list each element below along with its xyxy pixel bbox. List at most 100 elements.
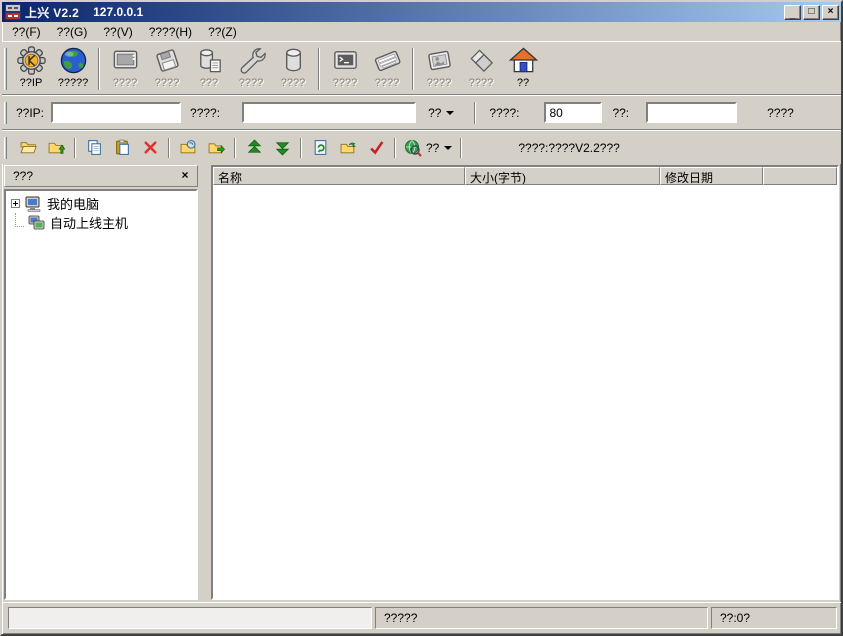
download-icon <box>275 142 289 156</box>
upload-icon <box>247 139 261 153</box>
toolbar-button-label: ???? <box>426 77 452 89</box>
tree-connector <box>15 212 24 227</box>
toolbar-gripper[interactable] <box>4 47 7 90</box>
open-folder-button[interactable] <box>16 136 40 160</box>
view-folder-button[interactable] <box>176 136 200 160</box>
column-header-date[interactable]: 修改日期 <box>660 167 763 185</box>
toolbar-button-label: ???? <box>374 77 400 89</box>
goto-folder-button[interactable] <box>336 136 360 160</box>
toolbar-button-label: ???? <box>238 77 264 89</box>
column-header-size[interactable]: 大小(字节) <box>465 167 660 185</box>
main-toolbar: ??IP ????? ???? ???? ??? ???? ???? ???? … <box>2 42 841 94</box>
toolbar-button-label: ???? <box>112 77 138 89</box>
toolbar-button-label: ???? <box>154 77 180 89</box>
picture-icon <box>427 50 451 71</box>
close-button[interactable]: × <box>822 4 839 20</box>
globe-icon <box>60 47 86 74</box>
online-hosts-button[interactable]: ????? <box>52 44 94 93</box>
file-list-body[interactable] <box>213 185 837 598</box>
tree-item-label: 我的电脑 <box>47 197 100 212</box>
status-transfer-pane: ??:0? <box>711 606 837 629</box>
toolbar-button-label: ?? <box>516 77 530 89</box>
web-search-icon <box>405 139 422 157</box>
menu-file[interactable]: ??(F) <box>4 23 49 41</box>
host-tree: 我的电脑 自动上线主机 <box>4 189 198 600</box>
file-manage-button[interactable]: ???? <box>146 44 188 93</box>
maximize-button[interactable]: □ <box>803 4 820 20</box>
download-button[interactable] <box>270 136 294 160</box>
sidebar-close-icon[interactable]: × <box>177 169 193 183</box>
pass-input[interactable] <box>646 102 738 123</box>
keylog-button[interactable]: ???? <box>366 44 408 93</box>
status-transfer: ??:0? <box>720 610 751 625</box>
panel-splitter[interactable] <box>198 165 211 600</box>
status-message: ????? <box>384 610 418 625</box>
column-header-empty[interactable] <box>763 167 837 185</box>
pass-label: ??: <box>612 105 630 120</box>
capture-button[interactable]: ???? <box>418 44 460 93</box>
toolbar-gripper[interactable] <box>4 136 7 159</box>
delete-button[interactable] <box>138 136 162 160</box>
window-title-host: 127.0.0.1 <box>93 5 144 19</box>
toolbar-separator <box>74 137 76 158</box>
menu-about[interactable]: ??(Z) <box>200 23 245 41</box>
copy-button[interactable] <box>82 136 106 160</box>
computer-icon <box>25 196 41 212</box>
wrench-icon <box>240 48 266 74</box>
resolve-dropdown-button[interactable]: ?? <box>424 104 458 122</box>
menu-help[interactable]: ????(H) <box>141 23 200 41</box>
ip-input[interactable] <box>51 102 182 123</box>
upload-button[interactable] <box>242 136 266 160</box>
app-window: 上兴 V2.2 127.0.0.1 _ □ × ??(F) ??(G) ??(V… <box>0 0 843 636</box>
toolbar-button-label: ??? <box>199 77 219 89</box>
connect-button[interactable]: ???? <box>767 106 794 120</box>
paste-button[interactable] <box>110 136 134 160</box>
database-icon <box>285 48 301 72</box>
file-list-header: 名称 大小(字节) 修改日期 <box>213 167 837 185</box>
terminal-button[interactable]: ???? <box>324 44 366 93</box>
domain-input[interactable] <box>242 102 417 123</box>
system-manage-button[interactable]: ???? <box>230 44 272 93</box>
terminal-icon <box>333 51 357 69</box>
minimize-button[interactable]: _ <box>784 4 801 20</box>
tree-item-auto-online-hosts[interactable]: 自动上线主机 <box>8 212 194 232</box>
scan-ip-button[interactable]: ??IP <box>10 44 52 93</box>
home-button[interactable]: ?? <box>502 44 544 93</box>
send-folder-button[interactable] <box>204 136 228 160</box>
confirm-icon <box>369 141 383 155</box>
search-label: ?? <box>426 140 440 155</box>
refresh-button[interactable] <box>308 136 332 160</box>
registry-button[interactable]: ??? <box>188 44 230 93</box>
toolbar-gripper[interactable] <box>4 101 7 124</box>
toolbar-separator <box>168 137 170 158</box>
toolbar-button-label: ????? <box>57 77 89 89</box>
domain-label: ????: <box>190 105 221 120</box>
folder-up-icon <box>48 142 65 154</box>
menu-view[interactable]: ??(V) <box>95 23 140 41</box>
toolbar-separator <box>412 47 414 90</box>
toolbar-separator <box>460 137 463 158</box>
toolbar-button-label: ???? <box>280 77 306 89</box>
folder-go-icon <box>340 142 356 154</box>
port-label: ????: <box>489 105 520 120</box>
web-search-dropdown-button[interactable]: ?? <box>400 137 456 159</box>
delete-icon <box>143 141 157 154</box>
tree-item-my-computer[interactable]: 我的电脑 <box>8 194 194 213</box>
gear-icon <box>16 46 46 75</box>
menu-group[interactable]: ??(G) <box>49 23 96 41</box>
screen-view-button[interactable]: ???? <box>104 44 146 93</box>
chevron-down-icon <box>444 145 453 150</box>
toolbar-separator <box>474 101 477 124</box>
folder-send-icon <box>208 143 225 154</box>
sidebar-header: ??? × <box>4 165 198 187</box>
up-directory-button[interactable] <box>44 136 68 160</box>
main-area: ??? × 我的电脑 自动上线主机 名称 大小(字节) 修改日期 <box>2 164 841 602</box>
expand-plus-icon[interactable] <box>11 199 20 208</box>
column-header-name[interactable]: 名称 <box>213 167 465 185</box>
port-input[interactable] <box>544 102 603 123</box>
address-bar: ??IP: ????: ?? ????: ??: ???? <box>2 96 841 129</box>
sidebar-title: ??? <box>13 169 34 183</box>
confirm-button[interactable] <box>364 136 388 160</box>
services-button[interactable]: ???? <box>272 44 314 93</box>
plugins-button[interactable]: ???? <box>460 44 502 93</box>
